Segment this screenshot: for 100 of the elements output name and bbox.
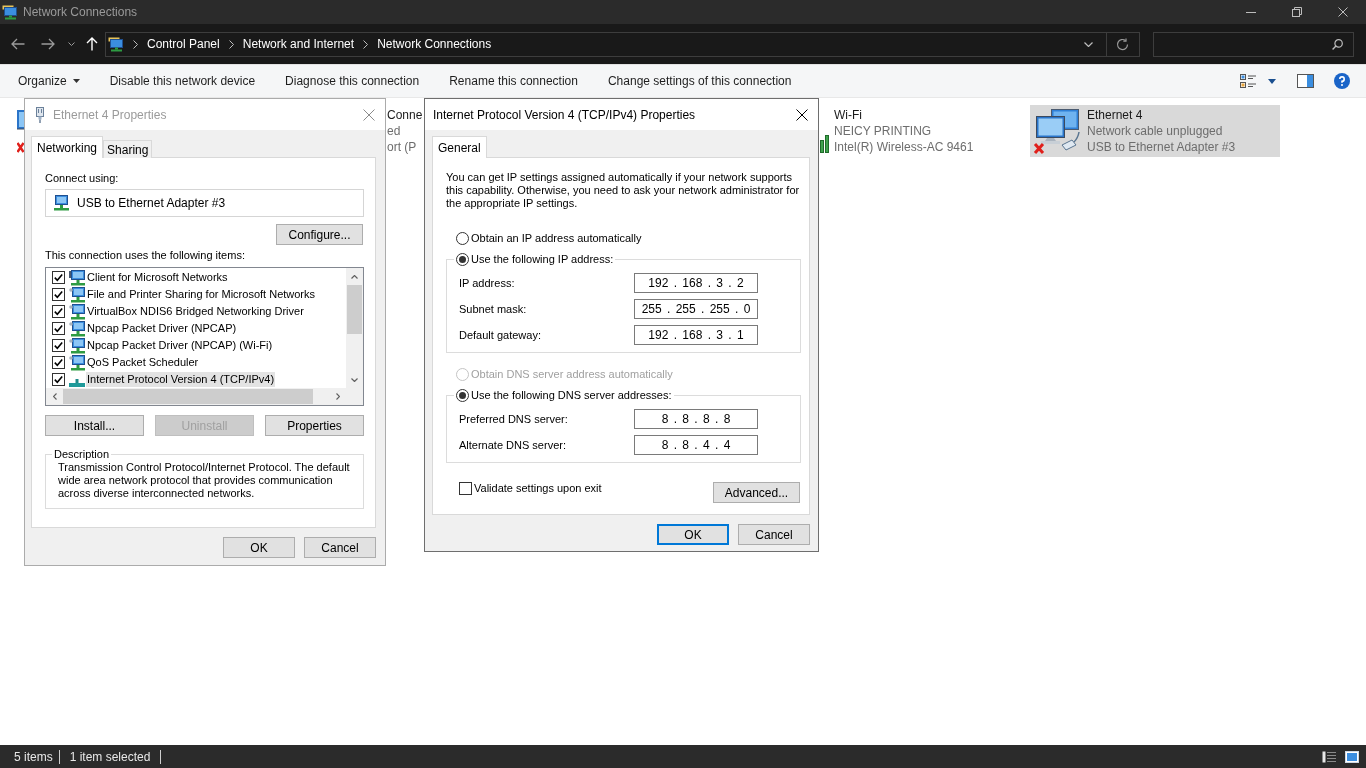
connection-status: NEICY PRINTING <box>834 123 933 139</box>
connection-status: ed <box>387 123 402 139</box>
tab[interactable]: Sharing <box>103 140 153 158</box>
ip-address-field[interactable]: 192 . 168 . 3 . 1 <box>634 325 758 345</box>
radio-button[interactable] <box>456 231 469 245</box>
connection-name: Conne <box>387 107 423 123</box>
network-monitor-icon <box>69 303 85 320</box>
option-label[interactable]: Obtain an IP address automatically <box>471 231 642 245</box>
component-item[interactable]: Internet Protocol Version 4 (TCP/IPv4) <box>86 372 276 387</box>
caret-icon[interactable] <box>1268 78 1276 84</box>
network-monitor-icon <box>69 354 85 371</box>
details-view-icon[interactable] <box>1322 750 1336 763</box>
preview-pane-icon[interactable] <box>1297 74 1314 88</box>
component-item[interactable]: Client for Microsoft Networks <box>86 270 229 285</box>
caret-icon <box>72 79 80 83</box>
ip-address-field[interactable]: 255 . 255 . 255 . 0 <box>634 299 758 319</box>
minimize-icon[interactable] <box>1246 11 1256 13</box>
ip-address-field[interactable]: 8 . 8 . 8 . 8 <box>634 409 758 429</box>
connection-device: ort (P <box>387 139 418 155</box>
checkbox-label[interactable]: Validate settings upon exit <box>474 482 602 495</box>
change-view-icon[interactable] <box>1240 74 1256 88</box>
action-button[interactable]: Install... <box>45 415 144 436</box>
radio-button[interactable] <box>456 388 469 402</box>
field-label: Alternate DNS server: <box>459 439 567 451</box>
toolbar-command[interactable]: Change settings of this connection <box>603 70 796 92</box>
search-field[interactable] <box>1153 31 1354 57</box>
component-item[interactable]: File and Printer Sharing for Microsoft Networks <box>86 287 317 302</box>
action-button[interactable]: Properties <box>265 415 364 436</box>
network-monitor-icon <box>2 4 18 20</box>
option-label[interactable]: Use the following DNS server addresses: <box>471 388 672 402</box>
toolbar-command[interactable]: Rename this connection <box>445 70 582 92</box>
network-monitor-icon <box>69 269 85 286</box>
intro-text: You can get IP settings assigned automatically if your network supports this capability. Otherwise, you need to ask your network administrator for the appropriate IP settings. <box>446 171 801 210</box>
close-icon[interactable] <box>796 108 808 121</box>
large-icons-view-icon[interactable] <box>1345 750 1359 763</box>
dialog-button[interactable]: OK <box>657 524 729 545</box>
dialog-button[interactable]: Cancel <box>738 524 810 545</box>
chevron-icon[interactable] <box>363 39 369 49</box>
forward-arrow-icon[interactable] <box>41 38 55 50</box>
radio-button[interactable] <box>456 252 469 266</box>
close-icon[interactable] <box>1338 7 1348 17</box>
checkbox[interactable] <box>52 339 65 352</box>
scroll-down-icon[interactable] <box>351 377 358 382</box>
back-arrow-icon[interactable] <box>11 38 25 50</box>
field-label: Default gateway: <box>459 329 542 341</box>
toolbar-command[interactable]: Diagnose this connection <box>281 70 424 92</box>
horizontal-scrollbar[interactable] <box>46 388 346 405</box>
toolbar-command[interactable]: Disable this network device <box>105 70 260 92</box>
ip-address-field[interactable]: 8 . 8 . 4 . 4 <box>634 435 758 455</box>
component-item[interactable]: Npcap Packet Driver (NPCAP) (Wi-Fi) <box>86 338 274 353</box>
ip-address-field[interactable]: 192 . 168 . 3 . 2 <box>634 273 758 293</box>
breadcrumb[interactable]: Network and Internet <box>242 37 355 51</box>
chevron-icon[interactable] <box>228 39 234 49</box>
connection-status: Network cable unplugged <box>1087 123 1224 139</box>
chevron-icon[interactable] <box>133 39 138 49</box>
dialog-title: Internet Protocol Version 4 (TCP/IPv4) Properties <box>433 107 696 122</box>
tab[interactable]: Networking <box>31 136 104 158</box>
restore-icon[interactable] <box>1292 7 1302 17</box>
checkbox[interactable] <box>52 288 65 301</box>
tab[interactable]: General <box>432 136 487 158</box>
caret-icon[interactable] <box>1084 41 1093 47</box>
connection-item[interactable]: Conne ed ort (P <box>387 105 423 157</box>
network-stand-icon <box>69 379 85 387</box>
checkbox[interactable] <box>52 373 65 386</box>
network-monitor-icon <box>108 36 124 52</box>
up-arrow-icon[interactable] <box>86 37 98 51</box>
component-item[interactable]: QoS Packet Scheduler <box>86 355 200 370</box>
checkbox[interactable] <box>52 305 65 318</box>
window-title: Network Connections <box>23 5 138 19</box>
component-item[interactable]: Npcap Packet Driver (NPCAP) <box>86 321 238 336</box>
configure-button[interactable]: Configure... <box>276 224 363 245</box>
vertical-scrollbar[interactable] <box>346 268 363 388</box>
component-item[interactable]: VirtualBox NDIS6 Bridged Networking Driver <box>86 304 305 319</box>
refresh-icon[interactable] <box>1116 37 1129 51</box>
scroll-up-icon[interactable] <box>351 274 358 279</box>
checkbox[interactable] <box>52 356 65 369</box>
breadcrumb[interactable]: Network Connections <box>377 37 492 51</box>
search-icon[interactable] <box>1332 38 1343 50</box>
checkbox[interactable] <box>52 322 65 335</box>
connection-item[interactable]: Ethernet 4 Network cable unplugged USB to Ethernet Adapter #3 <box>1030 105 1280 157</box>
connection-device: Intel(R) Wireless-AC 9461 <box>834 139 974 155</box>
field-label: IP address: <box>459 277 516 289</box>
scroll-right-icon[interactable] <box>335 393 340 400</box>
dialog-button[interactable]: OK <box>223 537 295 558</box>
checkbox[interactable] <box>459 482 472 495</box>
connection-name: Ethernet 4 <box>1087 107 1144 123</box>
scroll-left-icon[interactable] <box>52 393 57 400</box>
checkbox[interactable] <box>52 271 65 284</box>
dialog-button[interactable]: Cancel <box>304 537 376 558</box>
help-icon[interactable] <box>1334 73 1350 89</box>
caret-icon[interactable] <box>68 42 75 46</box>
connection-item[interactable]: Wi-Fi NEICY PRINTING Intel(R) Wireless-AC 9461 <box>820 105 1030 157</box>
network-monitor-icon <box>69 286 85 303</box>
scroll-thumb[interactable] <box>347 285 362 334</box>
toolbar-command[interactable]: Organize <box>14 70 84 92</box>
scroll-thumb[interactable] <box>63 389 313 404</box>
breadcrumb[interactable]: Control Panel <box>147 37 220 51</box>
address-bar[interactable]: Control Panel Network and Internet Network Connections <box>105 31 1140 57</box>
option-label[interactable]: Use the following IP address: <box>471 252 614 266</box>
advanced-button[interactable]: Advanced... <box>713 482 800 503</box>
